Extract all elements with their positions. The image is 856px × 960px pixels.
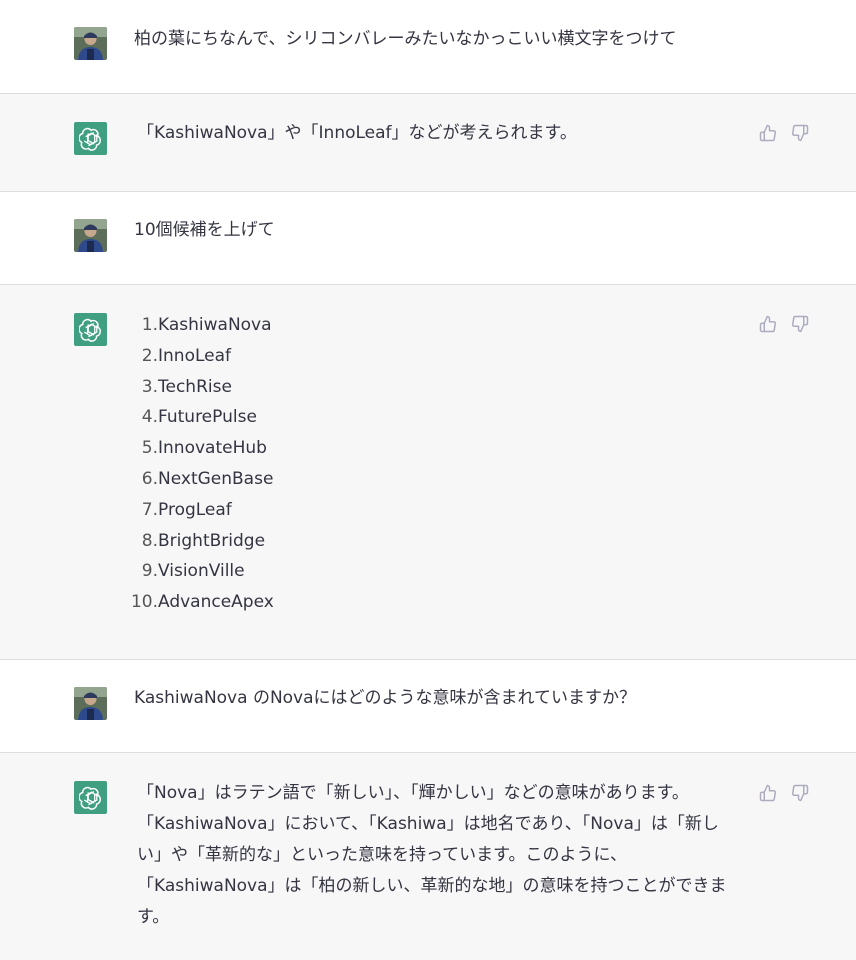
list-item: 2. InnoLeaf: [141, 345, 231, 366]
thumbs-down-icon[interactable]: [791, 124, 809, 142]
feedback-buttons: [759, 124, 809, 142]
conversation-thread: 柏の葉にちなんで、シリコンバレーみたいなかっこいい横文字をつけて 「Kashiw…: [0, 0, 856, 960]
thumbs-up-icon[interactable]: [759, 124, 777, 142]
openai-logo-icon: [74, 122, 107, 155]
user-message-text: 柏の葉にちなんで、シリコンバレーみたいなかっこいい横文字をつけて: [134, 29, 677, 49]
user-message: 柏の葉にちなんで、シリコンバレーみたいなかっこいい横文字をつけて: [0, 0, 856, 94]
list-item: 6. NextGenBase: [141, 468, 274, 489]
list-item: 8. BrightBridge: [141, 530, 266, 551]
feedback-buttons: [759, 315, 809, 333]
assistant-message-text: 「Nova」はラテン語で「新しい」、「輝かしい」などの意味があります。 「Kas…: [137, 783, 727, 927]
list-item: 4. FuturePulse: [141, 407, 257, 428]
user-photo-avatar: [74, 687, 107, 720]
user-message: KashiwaNova のNovaにはどのような意味が含まれていますか？: [0, 660, 856, 753]
user-photo-avatar: [74, 219, 107, 252]
assistant-message: 1. KashiwaNova 2. InnoLeaf 3. TechRise 4. Fu…: [0, 285, 856, 660]
name-candidates-list: 1. KashiwaNova 2. InnoLeaf 3. TechRise 4. Fu…: [122, 310, 274, 618]
thumbs-up-icon[interactable]: [759, 784, 777, 802]
list-item: 5. InnovateHub: [141, 438, 267, 459]
list-item: 9. VisionVille: [141, 561, 245, 582]
list-item: 7. ProgLeaf: [141, 499, 232, 520]
list-item: 1. KashiwaNova: [141, 315, 272, 335]
thumbs-up-icon[interactable]: [759, 315, 777, 333]
assistant-message: 「Nova」はラテン語で「新しい」、「輝かしい」などの意味があります。 「Kas…: [0, 753, 856, 960]
list-item: 10. AdvanceApex: [130, 592, 274, 613]
assistant-message: 「KashiwaNova」や「InnoLeaf」などが考えられます。: [0, 94, 856, 192]
thumbs-down-icon[interactable]: [791, 784, 809, 802]
thumbs-down-icon[interactable]: [791, 315, 809, 333]
openai-logo-icon: [74, 313, 107, 346]
list-item: 3. TechRise: [141, 376, 232, 397]
user-message: 10個候補を上げて: [0, 192, 856, 285]
user-message-text: KashiwaNova のNovaにはどのような意味が含まれていますか？: [134, 688, 637, 708]
user-photo-avatar: [74, 27, 107, 60]
user-message-text: 10個候補を上げて: [134, 220, 275, 240]
assistant-message-text: 「KashiwaNova」や「InnoLeaf」などが考えられます。: [137, 123, 577, 143]
openai-logo-icon: [74, 781, 107, 814]
feedback-buttons: [759, 784, 809, 802]
